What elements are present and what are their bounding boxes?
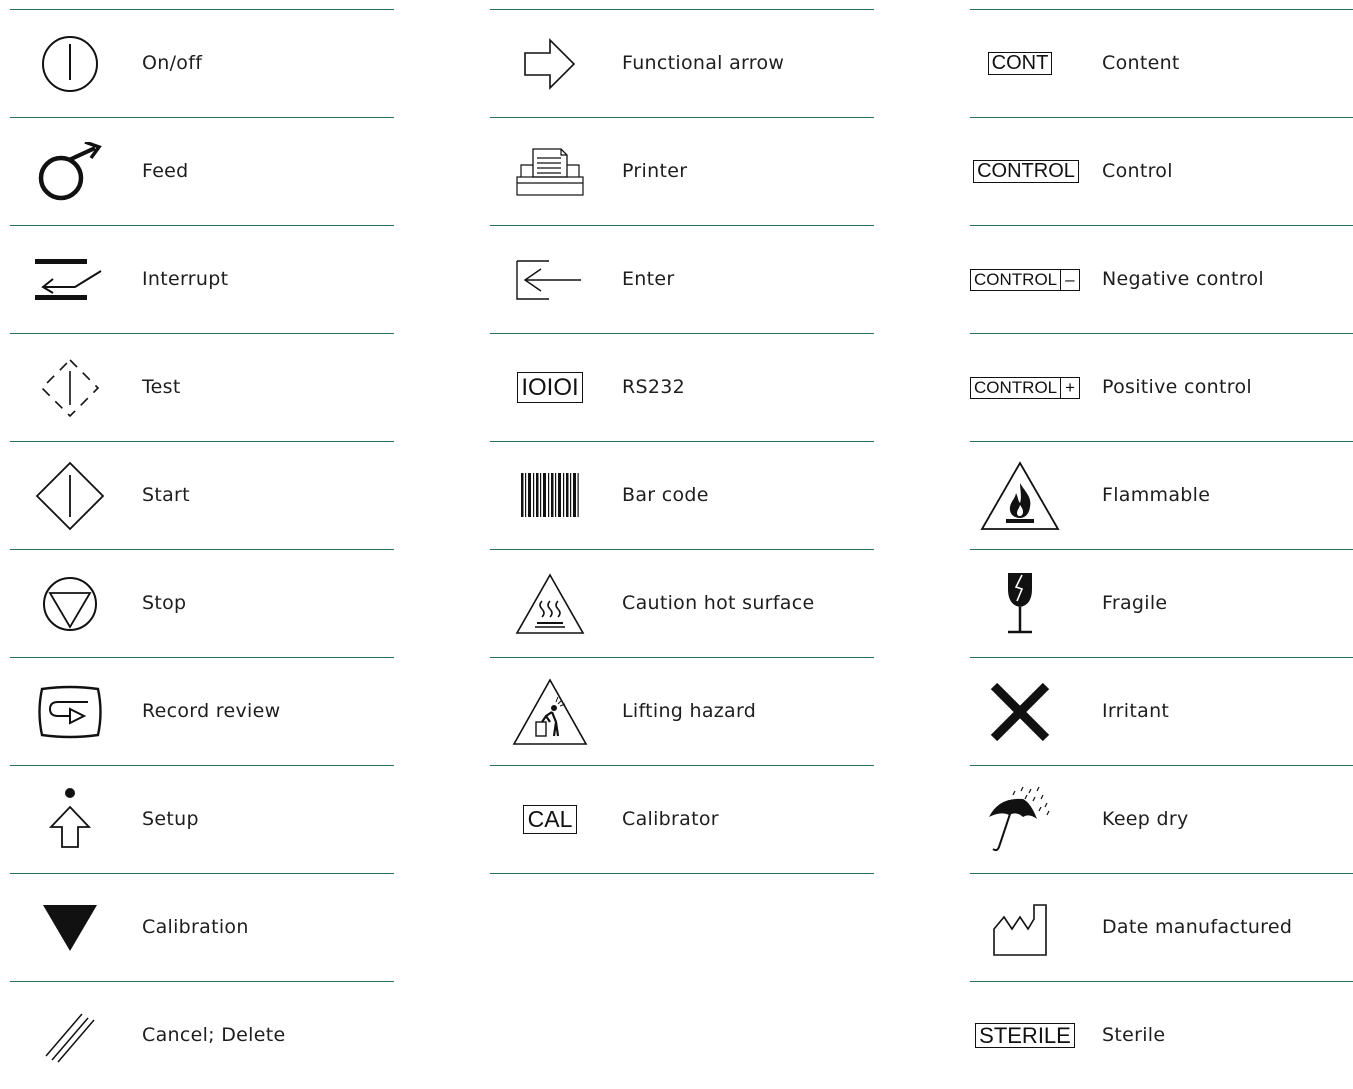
on-off-icon [10, 10, 130, 117]
lifting-hazard-icon [490, 658, 610, 765]
control-icon: CONTROL [960, 118, 1092, 225]
cancel-delete-icon [10, 982, 130, 1089]
symbol-label: Negative control [1102, 268, 1264, 290]
positive-control-icon: CONTROL + [970, 334, 1092, 441]
symbol-label: Control [1102, 160, 1173, 182]
printer-icon [490, 118, 610, 225]
enter-icon [490, 226, 610, 333]
feed-icon [10, 118, 130, 225]
caution-hot-surface-icon [490, 550, 610, 657]
content-icon: CONT [960, 10, 1080, 117]
symbol-column-2: Functional arrow Printer Enter IOIOI RS2… [490, 9, 874, 874]
symbol-row: Start [10, 441, 394, 549]
symbol-column-1: On/off Feed Interrupt Test Start Stop Re… [10, 9, 394, 1089]
symbol-label: Positive control [1102, 376, 1252, 398]
symbol-label: Calibrator [622, 808, 719, 830]
functional-arrow-icon [490, 10, 610, 117]
symbol-row: Flammable [970, 441, 1353, 549]
symbol-label: Printer [622, 160, 688, 182]
symbol-row: Calibration [10, 873, 394, 981]
symbol-label: Test [142, 376, 181, 398]
symbol-row: Caution hot surface [490, 549, 874, 657]
symbol-label: Functional arrow [622, 52, 785, 74]
symbol-row: CONTROL + Positive control [970, 333, 1353, 441]
symbol-row: Enter [490, 225, 874, 333]
stop-icon [10, 550, 130, 657]
negative-control-icon: CONTROL – [970, 226, 1092, 333]
symbol-row: Irritant [970, 657, 1353, 765]
symbol-label: Enter [622, 268, 675, 290]
symbol-row: Keep dry [970, 765, 1353, 873]
symbol-label: Fragile [1102, 592, 1168, 614]
symbol-row: Feed [10, 117, 394, 225]
start-icon [10, 442, 130, 549]
symbol-row: CONTROL Control [970, 117, 1353, 225]
symbol-label: Record review [142, 700, 281, 722]
keep-dry-icon [960, 766, 1080, 873]
symbol-row: Functional arrow [490, 9, 874, 117]
symbol-label: Bar code [622, 484, 709, 506]
symbol-label: Keep dry [1102, 808, 1189, 830]
symbol-row: CONTROL – Negative control [970, 225, 1353, 333]
test-icon [10, 334, 130, 441]
symbol-label: Start [142, 484, 190, 506]
irritant-icon [960, 658, 1080, 765]
symbol-label: Flammable [1102, 484, 1211, 506]
symbol-row: Setup [10, 765, 394, 873]
calibrator-icon: CAL [490, 766, 610, 873]
symbol-label: Calibration [142, 916, 249, 938]
symbol-row: CONT Content [970, 9, 1353, 117]
symbol-row: Date manufactured [970, 873, 1353, 981]
symbol-row: Cancel; Delete [10, 981, 394, 1089]
symbol-label: Lifting hazard [622, 700, 757, 722]
symbol-row: Fragile [970, 549, 1353, 657]
symbol-row: IOIOI RS232 [490, 333, 874, 441]
symbol-row: Test [10, 333, 394, 441]
symbol-label: Date manufactured [1102, 916, 1293, 938]
symbol-label: Content [1102, 52, 1180, 74]
bar-code-icon [490, 442, 610, 549]
symbol-label: Caution hot surface [622, 592, 815, 614]
symbol-row: Record review [10, 657, 394, 765]
symbol-label: Setup [142, 808, 199, 830]
symbol-label: Cancel; Delete [142, 1024, 286, 1046]
date-manufactured-icon [960, 874, 1080, 981]
symbol-row: Interrupt [10, 225, 394, 333]
symbol-row: On/off [10, 9, 394, 117]
symbol-label: On/off [142, 52, 203, 74]
record-review-icon [10, 658, 130, 765]
flammable-icon [960, 442, 1080, 549]
symbol-row: STERILE Sterile [970, 981, 1353, 1089]
symbol-label: Stop [142, 592, 187, 614]
rs232-icon: IOIOI [490, 334, 610, 441]
symbol-row: CAL Calibrator [490, 765, 874, 874]
calibration-icon [10, 874, 130, 981]
symbol-label: Interrupt [142, 268, 229, 290]
symbol-row: Printer [490, 117, 874, 225]
symbol-row: Bar code [490, 441, 874, 549]
symbol-column-3: CONT Content CONTROL Control CONTROL – Ne… [970, 9, 1353, 1089]
symbol-label: Sterile [1102, 1024, 1166, 1046]
setup-icon [10, 766, 130, 873]
symbol-label: RS232 [622, 376, 686, 398]
symbol-row: Stop [10, 549, 394, 657]
symbol-label: Feed [142, 160, 189, 182]
symbol-row: Lifting hazard [490, 657, 874, 765]
symbol-label: Irritant [1102, 700, 1170, 722]
sterile-icon: STERILE [960, 982, 1090, 1089]
interrupt-icon [10, 226, 130, 333]
fragile-icon [960, 550, 1080, 657]
